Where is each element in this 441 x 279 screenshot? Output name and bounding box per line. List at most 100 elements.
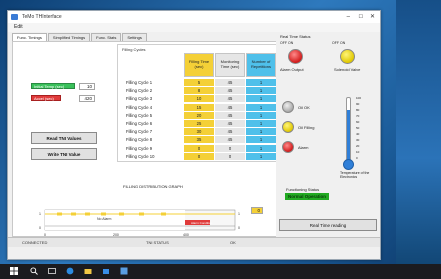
thermometer-bulb <box>343 159 354 170</box>
app-taskbar-icon[interactable] <box>120 267 128 275</box>
timings-pane: Initial Temp (sec) 10 Accel (sec) 420 Re… <box>12 41 277 244</box>
alarm-output-label: Alarm Output <box>280 67 304 72</box>
fill-mark <box>119 212 124 216</box>
taskbar <box>0 264 441 279</box>
write-tni-button[interactable]: Write TNI Value <box>31 148 97 160</box>
repetitions-cell[interactable]: 1 <box>246 152 276 160</box>
task-view-icon[interactable] <box>48 267 56 275</box>
close-icon[interactable]: ✕ <box>370 11 375 23</box>
accel-label: Accel (sec) <box>31 95 61 101</box>
monitoring-time-cell[interactable]: 0 <box>215 152 245 160</box>
y-tick-right-top: 1 <box>238 212 240 216</box>
monitoring-time-cell[interactable]: 45 <box>215 79 245 86</box>
filling-time-cell[interactable]: 30 <box>184 128 214 136</box>
minimize-icon[interactable]: – <box>347 11 350 23</box>
maximize-icon[interactable]: ☐ <box>359 11 363 23</box>
cycle-row-label: Filling Cycle 9 <box>126 145 153 151</box>
file-explorer-icon[interactable] <box>84 267 92 275</box>
cycle-row-label: Filling Cycle 3 <box>126 96 153 102</box>
thermometer-tube <box>346 97 351 161</box>
monitoring-time-cell[interactable]: 45 <box>215 95 245 103</box>
read-tni-button[interactable]: Read TNI Values <box>31 132 97 144</box>
repetitions-cell[interactable]: 1 <box>246 144 276 152</box>
thermometer-caption: Temperature of the Electronics <box>340 171 370 179</box>
thermometer-tick: 100 <box>356 96 362 100</box>
thermometer-tick: 60 <box>356 120 360 124</box>
status-ok: OK <box>230 240 236 245</box>
repetitions-cell[interactable]: 1 <box>246 87 276 95</box>
thermometer-tick: 10 <box>356 150 360 154</box>
fill-mark <box>139 212 144 216</box>
windows-start-icon[interactable] <box>10 267 18 275</box>
tab-settings[interactable]: Settings <box>122 33 147 41</box>
monitoring-time-cell[interactable]: 45 <box>215 103 245 111</box>
monitoring-time-cell[interactable]: 45 <box>215 87 245 95</box>
monitoring-time-cell[interactable]: 0 <box>215 144 245 152</box>
filling-time-cell[interactable]: 0 <box>184 152 214 160</box>
filling-time-cell[interactable]: 15 <box>184 103 214 111</box>
monitoring-time-cell[interactable]: 45 <box>215 120 245 127</box>
y-tick-left-top: 1 <box>39 212 41 216</box>
thermometer-fill <box>347 110 350 160</box>
thermometer-tick: 50 <box>356 126 360 130</box>
cycle-row-label: Filling Cycle 4 <box>126 104 153 110</box>
filling-time-cell[interactable]: 10 <box>184 95 214 103</box>
monitoring-time-cell[interactable]: 45 <box>215 136 245 144</box>
filling-time-cell[interactable]: 8 <box>184 87 214 95</box>
monitoring-time-cell[interactable]: 45 <box>215 128 245 136</box>
solenoid-valve-label: Solenoid Valve <box>334 67 361 72</box>
fill-mark <box>71 212 76 216</box>
chart-side-value: 0 <box>251 207 263 214</box>
functioning-status-value: Normal Operation <box>285 193 330 200</box>
tab-func-stats[interactable]: Func. Stats <box>91 33 122 41</box>
cycle-row-label: Filling Cycle 2 <box>126 88 153 94</box>
y-tick-left-bottom: 0 <box>39 226 41 230</box>
thermometer-tick: 20 <box>356 144 360 148</box>
alarm-label-right: Alarm <box>298 145 309 150</box>
repetitions-cell[interactable]: 1 <box>246 103 276 111</box>
cycle-row-label: Filling Cycle 10 <box>126 153 155 159</box>
repetitions-cell[interactable]: 1 <box>246 111 276 119</box>
filling-time-cell[interactable]: 35 <box>184 136 214 144</box>
tab-func-timings[interactable]: Func. Timings <box>12 33 47 41</box>
functioning-status-label: Functioning Status <box>286 187 320 192</box>
filling-time-cell[interactable]: 0 <box>184 144 214 152</box>
repetitions-cell[interactable]: 1 <box>246 136 276 144</box>
thermometer-tick: 80 <box>356 108 360 112</box>
filling-time-cell[interactable]: 25 <box>184 120 214 127</box>
realtime-panel: Real Time Status OFF ON OFF ON Alarm Out… <box>276 33 380 237</box>
search-icon[interactable] <box>30 267 38 275</box>
menu-edit[interactable]: Edit <box>14 24 23 30</box>
repetitions-cell[interactable]: 1 <box>246 120 276 127</box>
filling-cycles-group: Filling Cycles Filling Time (sec) Monito… <box>117 44 277 162</box>
off-on-label-2: OFF ON <box>332 41 346 45</box>
initial-temp-field[interactable]: 10 <box>79 83 95 90</box>
cycle-row-label: Filling Cycle 6 <box>126 121 153 126</box>
repetitions-cell[interactable]: 1 <box>246 79 276 86</box>
status-tni: TNI STATUS <box>146 240 169 245</box>
thermometer-tick: 30 <box>356 138 360 142</box>
oil-ok-led <box>282 101 294 113</box>
alarm-label: Alarm Condition <box>191 221 213 225</box>
fill-mark <box>57 212 62 216</box>
monitoring-time-cell[interactable]: 45 <box>215 111 245 119</box>
app-window: TeMo THInterface – ☐ ✕ Edit Func. Timing… <box>7 10 381 260</box>
real-time-reading-button[interactable]: Real Time reading <box>279 219 377 231</box>
filling-time-cell[interactable]: 20 <box>184 111 214 119</box>
store-icon[interactable] <box>102 267 110 275</box>
status-bar: CONNECTED TNI STATUS OK <box>8 237 380 247</box>
menu-bar: Edit <box>8 23 380 32</box>
filling-cycles-title: Filling Cycles <box>122 47 146 52</box>
repetitions-cell[interactable]: 1 <box>246 128 276 136</box>
accel-field[interactable]: 420 <box>79 95 95 102</box>
cycle-row-label: Filling Cycle 7 <box>126 129 153 135</box>
filling-time-cell[interactable]: 5 <box>184 79 214 86</box>
chart-title: FILLING DISTRIBUTION GRAPH <box>123 184 183 189</box>
repetitions-cell[interactable]: 1 <box>246 95 276 103</box>
off-on-label-1: OFF ON <box>280 41 294 45</box>
edge-icon[interactable] <box>66 267 74 275</box>
oil-ok-label: Oil OK <box>298 105 310 110</box>
window-title: TeMo THInterface <box>22 14 62 20</box>
tab-simplified-timings[interactable]: Simplified Timings <box>47 33 91 41</box>
cycle-row-label: Filling Cycle 1 <box>126 80 153 85</box>
